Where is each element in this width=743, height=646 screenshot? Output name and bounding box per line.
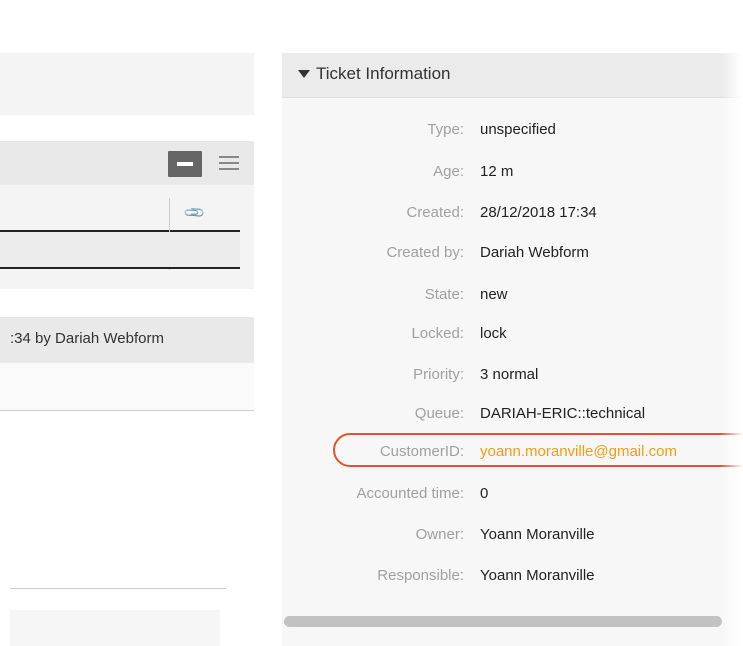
caret-down-icon[interactable] xyxy=(298,70,310,78)
accounted-time-label: Accounted time: xyxy=(356,485,464,502)
table-row[interactable] xyxy=(0,232,240,269)
widget-title: Ticket Information xyxy=(316,64,451,83)
article-list-header xyxy=(0,141,254,185)
queue-value[interactable]: DARIAH-ERIC::technical xyxy=(480,405,645,422)
created-by-label: Created by: xyxy=(386,244,464,261)
minus-icon xyxy=(177,162,193,166)
owner-value: Yoann Moranville xyxy=(480,526,595,543)
state-value: new xyxy=(480,286,508,303)
responsible-label: Responsible: xyxy=(377,567,464,584)
divider xyxy=(10,588,226,589)
age-value: 12 m xyxy=(480,163,514,180)
type-label: Type: xyxy=(427,121,464,138)
article-meta-text: :34 by Dariah Webform xyxy=(10,330,164,347)
customerid-link[interactable]: yoann.moranville@gmail.com xyxy=(480,443,677,460)
created-by-value: Dariah Webform xyxy=(480,244,589,261)
created-label: Created: xyxy=(406,204,464,221)
queue-label: Queue: xyxy=(414,405,464,422)
created-value: 28/12/2018 17:34 xyxy=(480,204,597,221)
left-top-panel xyxy=(0,53,254,115)
accounted-time-value: 0 xyxy=(480,485,489,502)
priority-value: 3 normal xyxy=(480,366,539,383)
article-table-header xyxy=(0,198,240,232)
collapse-widget-button[interactable] xyxy=(168,151,202,177)
locked-value: lock xyxy=(480,325,507,342)
type-value: unspecified xyxy=(480,121,556,138)
priority-label: Priority: xyxy=(413,366,464,383)
horizontal-scrollbar[interactable] xyxy=(284,616,722,627)
right-edge-fade xyxy=(720,53,743,646)
article-footer-box xyxy=(10,610,220,646)
state-label: State: xyxy=(424,286,464,303)
customerid-label: CustomerID: xyxy=(379,443,464,460)
locked-label: Locked: xyxy=(411,325,464,342)
hamburger-menu-icon[interactable] xyxy=(219,154,239,172)
ticket-information-widget xyxy=(282,53,743,646)
age-label: Age: xyxy=(433,163,464,180)
owner-label: Owner: xyxy=(415,526,464,543)
article-body xyxy=(0,363,254,411)
responsible-value: Yoann Moranville xyxy=(480,567,595,584)
